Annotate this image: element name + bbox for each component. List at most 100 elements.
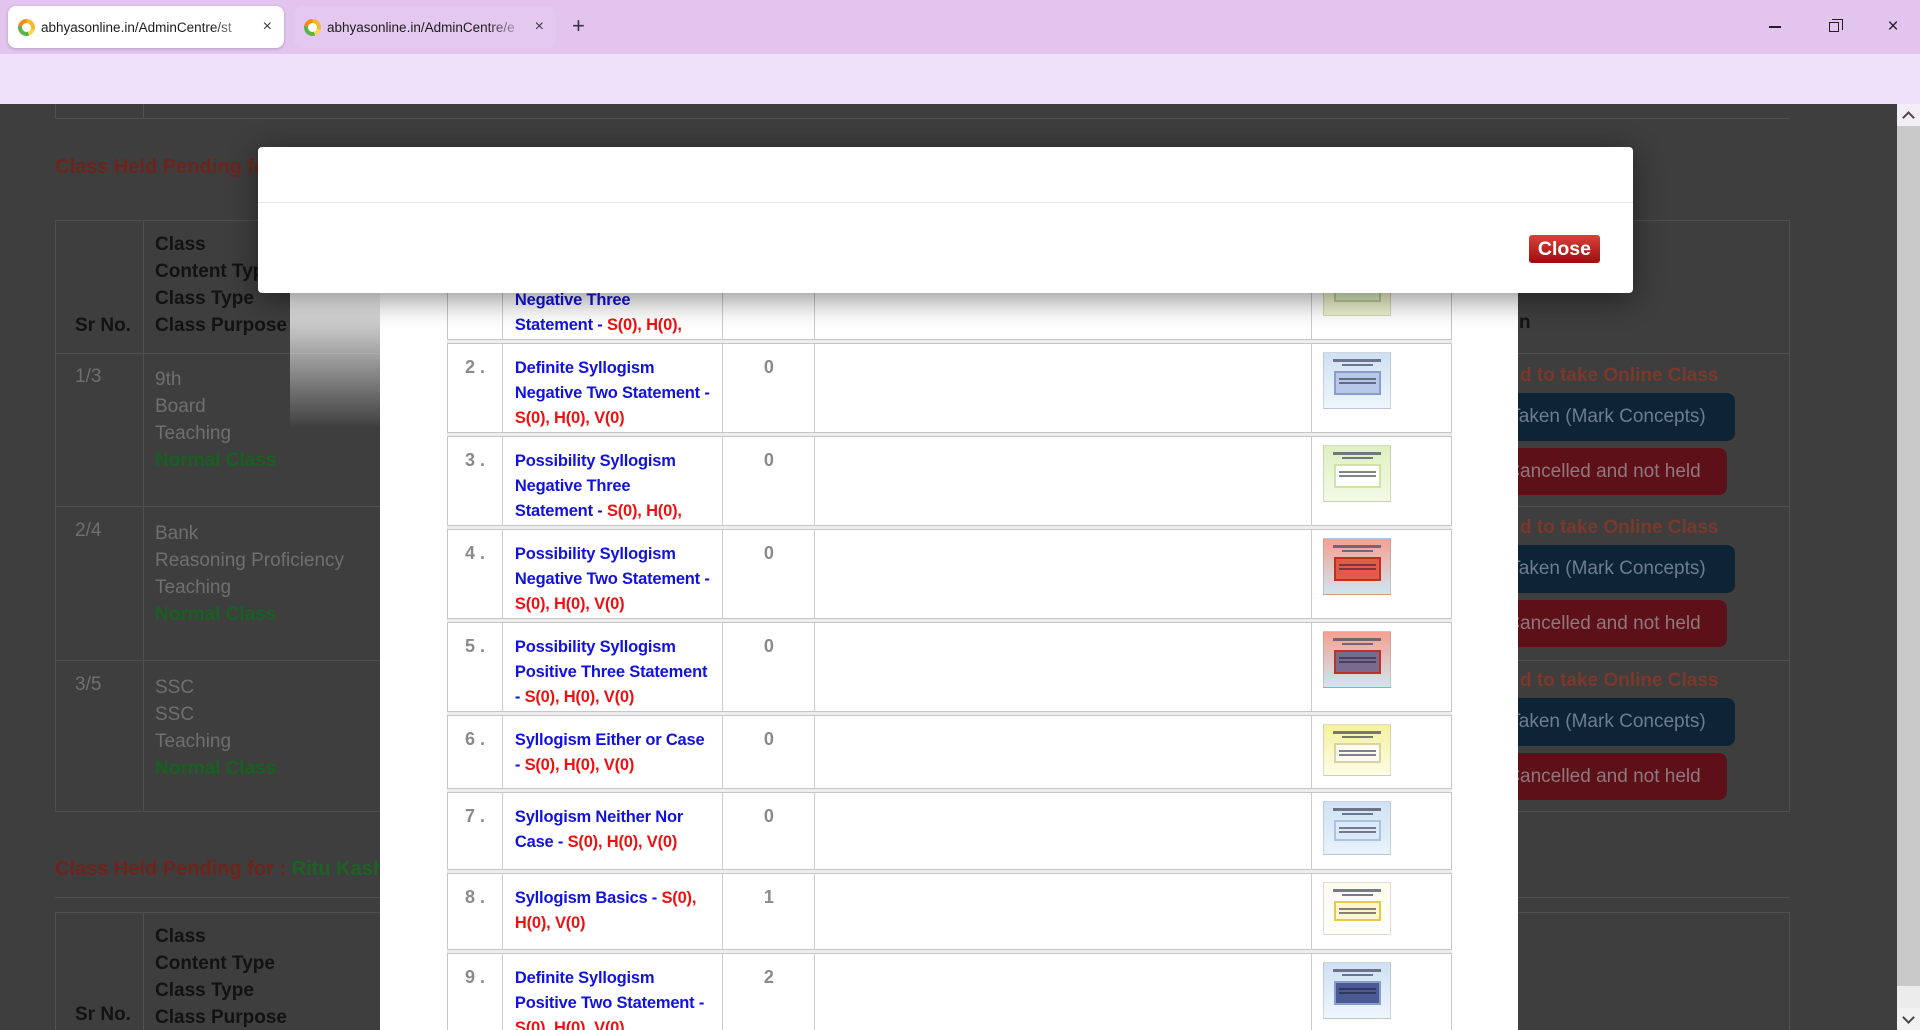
tab-inactive[interactable]: abhyasonline.in/AdminCentre/e × [294, 6, 556, 48]
navigation-bar: ← → https://abhyasonline.in/AdminCentre/… [0, 54, 1920, 104]
empty-cell [815, 954, 1312, 1030]
concept-count: 1 [723, 874, 815, 949]
column-header-class-info: Class Content Type Class Type Class Purp… [155, 923, 287, 1030]
empty-cell [815, 793, 1312, 869]
scrollbar-up-button[interactable] [1897, 104, 1920, 126]
concept-count: 0 [723, 716, 815, 788]
concept-topic-link[interactable]: Syllogism Neither Nor Case - S(0), H(0),… [503, 793, 724, 869]
window-restore-button[interactable] [1819, 16, 1849, 38]
row-class-info: 9th Board Teaching Normal Class [155, 366, 276, 474]
tab-close-icon[interactable]: × [533, 18, 546, 36]
concept-topic-link[interactable]: Possibility Syllogism Negative Three Sta… [503, 437, 724, 525]
concept-row: 4 . Possibility Syllogism Negative Two S… [447, 529, 1452, 619]
concept-topic-link[interactable]: Syllogism Either or Case - S(0), H(0), V… [503, 716, 724, 788]
window-close-button[interactable]: × [1878, 16, 1908, 38]
slide-thumbnail[interactable] [1323, 882, 1391, 935]
browser-scrollbar[interactable] [1897, 104, 1920, 1030]
online-class-heading-fragment: d to take Online Class [1520, 365, 1719, 387]
concept-count: 0 [723, 793, 815, 869]
concept-topic-link[interactable]: Syllogism Basics - S(0), H(0), V(0) [503, 874, 724, 949]
online-class-heading-fragment: d to take Online Class [1520, 517, 1719, 539]
slide-thumbnail[interactable] [1323, 724, 1391, 776]
slide-thumbnail[interactable] [1323, 962, 1391, 1019]
site-favicon-icon [18, 19, 35, 36]
concept-topic-link[interactable]: Possibility Syllogism Positive Three Sta… [503, 623, 724, 711]
row-number: 2 . [448, 344, 503, 432]
concept-count: 0 [723, 437, 815, 525]
modal-dialog: Close [258, 147, 1633, 293]
row-class-info: Bank Reasoning Proficiency Teaching Norm… [155, 520, 344, 628]
empty-cell [815, 344, 1312, 432]
thumbnail-cell [1312, 623, 1451, 711]
thumbnail-cell [1312, 344, 1451, 432]
modal-shadow-glow [290, 293, 380, 428]
empty-cell [815, 530, 1312, 618]
slide-thumbnail[interactable] [1323, 352, 1391, 409]
tab-bar: abhyasonline.in/AdminCentre/st × abhyaso… [0, 0, 1920, 54]
concept-topic-link[interactable]: Possibility Syllogism Negative Two State… [503, 530, 724, 618]
row-class-info: SSC SSC Teaching Normal Class [155, 674, 276, 782]
concept-count: 0 [723, 623, 815, 711]
concept-row: 7 . Syllogism Neither Nor Case - S(0), H… [447, 792, 1452, 870]
row-number: 3 . [448, 437, 503, 525]
empty-cell [815, 623, 1312, 711]
concept-row: 3 . Possibility Syllogism Negative Three… [447, 436, 1452, 526]
concept-count: 0 [723, 530, 815, 618]
empty-cell [815, 437, 1312, 525]
row-number: 7 . [448, 793, 503, 869]
chevron-down-icon [1902, 1011, 1915, 1024]
thumbnail-cell [1312, 793, 1451, 869]
table-border [55, 104, 56, 119]
row-sr: 1/3 [75, 366, 101, 388]
column-header-action-fragment: n [1519, 309, 1531, 336]
row-number: 9 . [448, 954, 503, 1030]
tab-close-icon[interactable]: × [261, 18, 274, 36]
taken-mark-concepts-button[interactable]: Taken (Mark Concepts) [1480, 698, 1735, 746]
thumbnail-cell [1312, 437, 1451, 525]
close-button[interactable]: Close [1529, 235, 1600, 263]
scrollbar-down-button[interactable] [1897, 1008, 1920, 1030]
tab-title: abhyasonline.in/AdminCentre/e [327, 20, 527, 35]
online-class-heading-fragment: d to take Online Class [1520, 670, 1719, 692]
concepts-table: Definite Syllogism Negative Three Statem… [447, 250, 1452, 1030]
concept-row: 2 . Definite Syllogism Negative Two Stat… [447, 343, 1452, 433]
tab-active[interactable]: abhyasonline.in/AdminCentre/st × [8, 6, 284, 48]
row-number: 5 . [448, 623, 503, 711]
concept-row: 6 . Syllogism Either or Case - S(0), H(0… [447, 715, 1452, 789]
concept-row: 5 . Possibility Syllogism Positive Three… [447, 622, 1452, 712]
row-number: 4 . [448, 530, 503, 618]
new-tab-button[interactable]: + [572, 16, 585, 36]
concept-topic-link[interactable]: Definite Syllogism Negative Two Statemen… [503, 344, 724, 432]
slide-thumbnail[interactable] [1323, 538, 1391, 595]
thumbnail-cell [1312, 954, 1451, 1030]
table-border [143, 104, 144, 119]
thumbnail-cell [1312, 716, 1451, 788]
empty-cell [815, 874, 1312, 949]
slide-thumbnail[interactable] [1323, 631, 1391, 688]
taken-mark-concepts-button[interactable]: Taken (Mark Concepts) [1480, 545, 1735, 593]
modal-divider [258, 202, 1633, 203]
row-sr: 3/5 [75, 674, 101, 696]
concept-topic-link[interactable]: Definite Syllogism Positive Two Statemen… [503, 954, 724, 1030]
concept-count: 2 [723, 954, 815, 1030]
concept-row: 8 . Syllogism Basics - S(0), H(0), V(0) … [447, 873, 1452, 950]
row-number: 8 . [448, 874, 503, 949]
section-heading: Class Held Pending for : Ritu Kashy [55, 858, 396, 881]
site-favicon-icon [304, 19, 321, 36]
tab-title: abhyasonline.in/AdminCentre/st [41, 20, 255, 35]
table-border [143, 912, 144, 1030]
browser-window: abhyasonline.in/AdminCentre/st × abhyaso… [0, 0, 1920, 1030]
column-header-srno: Sr No. [75, 1001, 131, 1028]
row-sr: 2/4 [75, 520, 101, 542]
window-minimize-button[interactable] [1760, 16, 1790, 38]
slide-thumbnail[interactable] [1323, 801, 1391, 855]
slide-thumbnail[interactable] [1323, 445, 1391, 502]
column-header-srno: Sr No. [75, 312, 131, 339]
concept-row: 9 . Definite Syllogism Positive Two Stat… [447, 953, 1452, 1030]
thumbnail-cell [1312, 530, 1451, 618]
thumbnail-cell [1312, 874, 1451, 949]
table-border [143, 220, 144, 812]
taken-mark-concepts-button[interactable]: Taken (Mark Concepts) [1480, 393, 1735, 441]
scrollbar-thumb[interactable] [1897, 126, 1920, 986]
empty-cell [815, 716, 1312, 788]
